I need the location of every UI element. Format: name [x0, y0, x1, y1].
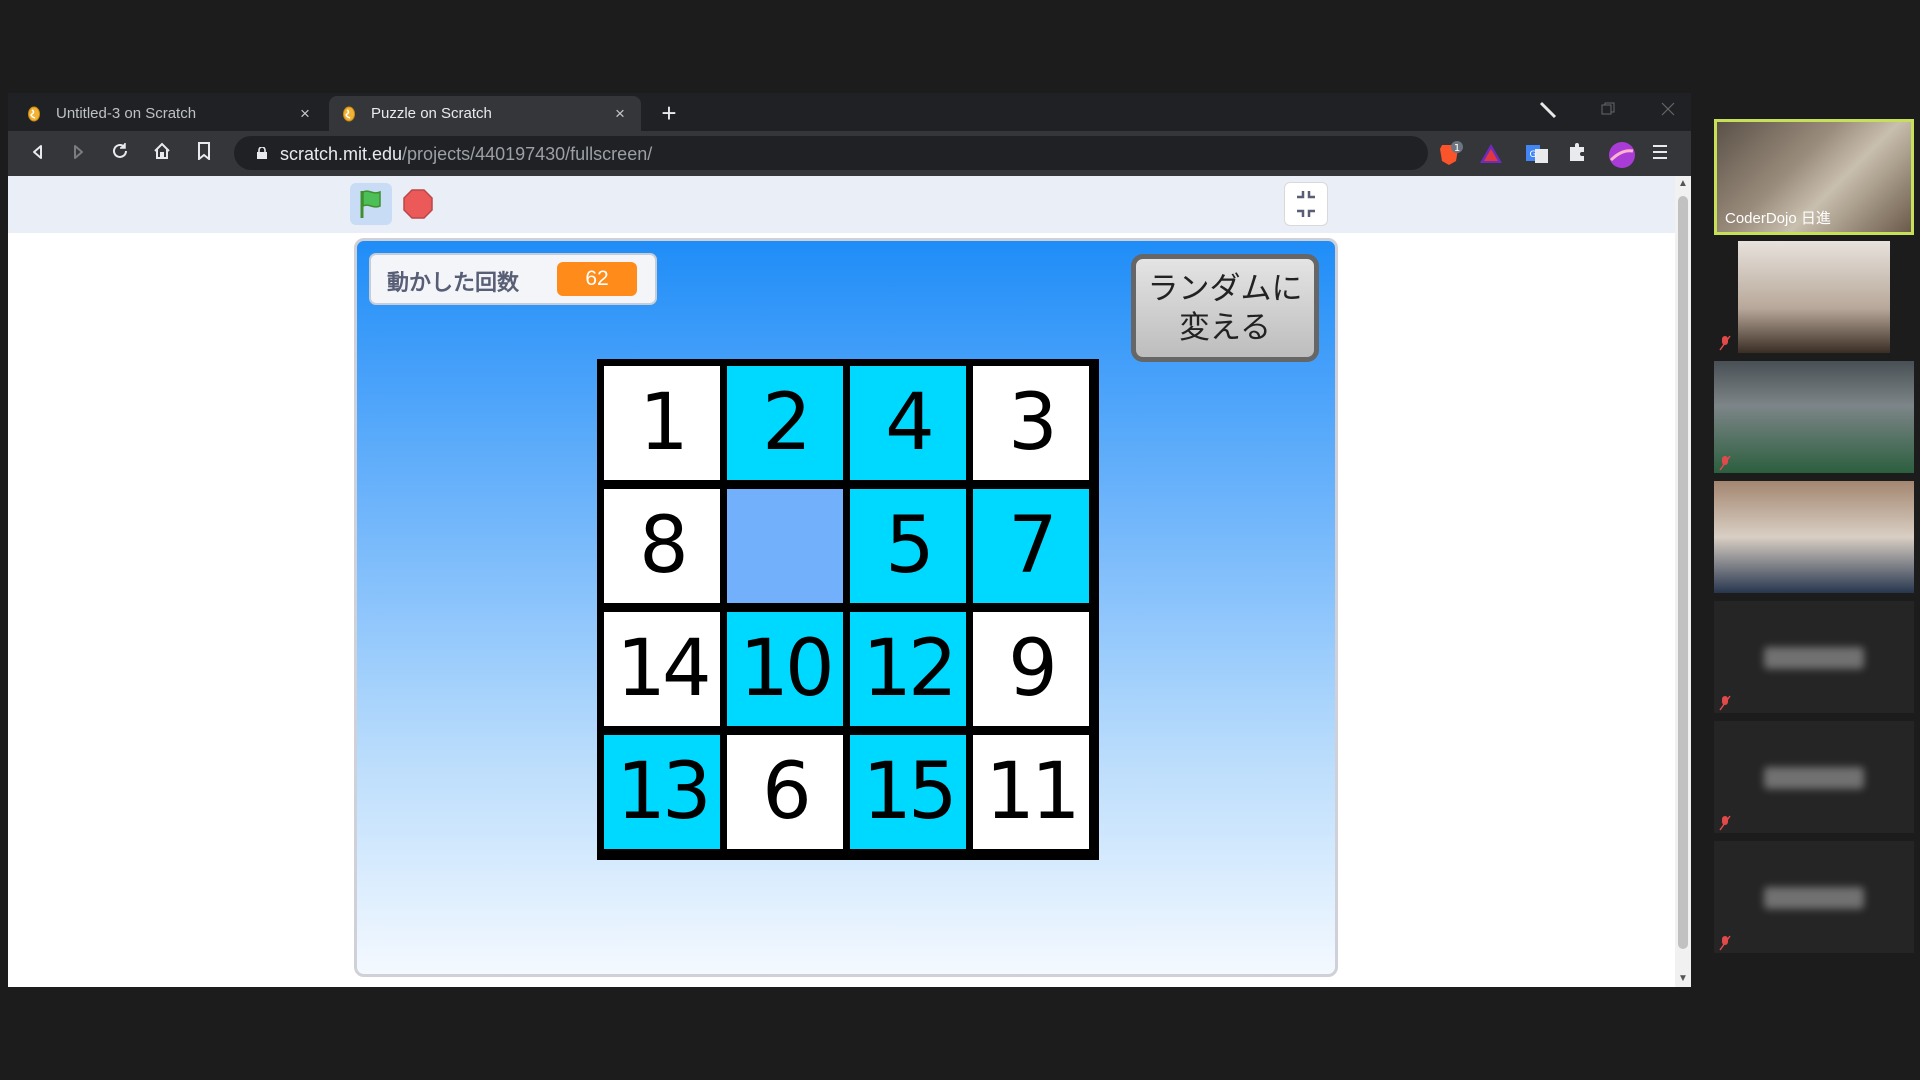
address-bar[interactable]: scratch.mit.edu/projects/440197430/fulls… [234, 136, 1428, 170]
blurred-name [1764, 887, 1864, 909]
new-tab-button[interactable]: + [654, 98, 684, 128]
scratch-favicon-icon [343, 106, 355, 121]
browser-window: Untitled-3 on Scratch × Puzzle on Scratc… [8, 93, 1691, 987]
scratch-fullscreen-page: 動かした回数 62 ランダムに 変える 1 2 4 3 8 5 7 14 10 12 9 13 6 15 1… [8, 176, 1675, 987]
puzzle-tile-14[interactable]: 14 [604, 612, 720, 726]
scratch-favicon-icon [28, 106, 40, 121]
svg-text:G: G [1530, 150, 1537, 160]
muted-mic-icon [1719, 935, 1731, 951]
puzzle-tile-8[interactable]: 8 [604, 489, 720, 603]
participant-tile[interactable] [1714, 481, 1914, 593]
participant-tile[interactable] [1714, 601, 1914, 713]
unfullscreen-icon [1297, 191, 1315, 217]
brave-shields-icon[interactable]: 1 [1438, 141, 1464, 167]
tab-untitled-3[interactable]: Untitled-3 on Scratch × [14, 96, 326, 131]
participant-tile-main[interactable]: CoderDojo 日進 [1714, 119, 1914, 235]
reload-icon[interactable] [106, 140, 134, 168]
brave-rewards-icon[interactable] [1478, 141, 1504, 167]
exit-fullscreen-button[interactable] [1284, 182, 1328, 226]
participant-tile[interactable] [1738, 241, 1890, 353]
counter-value: 62 [557, 262, 637, 296]
puzzle-tile-7[interactable]: 7 [973, 489, 1089, 603]
blurred-name [1764, 647, 1864, 669]
browser-toolbar: scratch.mit.edu/projects/440197430/fulls… [8, 131, 1691, 176]
scroll-up-icon[interactable]: ▲ [1675, 176, 1691, 192]
google-translate-icon[interactable]: G [1524, 141, 1550, 167]
scratch-stage[interactable]: 動かした回数 62 ランダムに 変える 1 2 4 3 8 5 7 14 10 12 9 13 6 15 1… [354, 238, 1338, 977]
blurred-name [1764, 767, 1864, 789]
profile-avatar[interactable] [1608, 141, 1635, 168]
restore-window-icon[interactable] [1590, 99, 1626, 125]
puzzle-tile-13[interactable]: 13 [604, 735, 720, 849]
randomize-label: ランダムに 変える [1147, 271, 1303, 345]
stage-header [8, 176, 1675, 233]
forward-icon[interactable] [64, 140, 92, 168]
puzzle-tile-10[interactable]: 10 [727, 612, 843, 726]
randomize-button[interactable]: ランダムに 変える [1131, 254, 1319, 362]
participant-name: CoderDojo 日進 [1725, 210, 1831, 227]
tab-title: Untitled-3 on Scratch [56, 105, 197, 122]
stop-button[interactable] [402, 188, 434, 220]
extensions-icon[interactable] [1566, 141, 1592, 167]
move-counter-monitor: 動かした回数 62 [369, 253, 657, 305]
home-icon[interactable] [148, 140, 176, 168]
lock-icon [257, 147, 267, 159]
url-text: scratch.mit.edu/projects/440197430/fulls… [280, 144, 652, 165]
puzzle-tile-4[interactable]: 4 [850, 366, 966, 480]
puzzle-tile-5[interactable]: 5 [850, 489, 966, 603]
muted-mic-icon [1719, 695, 1731, 711]
counter-label: 動かした回数 [387, 270, 520, 295]
vertical-scrollbar[interactable]: ▲ ▼ [1675, 176, 1691, 987]
tab-title: Puzzle on Scratch [371, 105, 492, 122]
back-icon[interactable] [24, 140, 52, 168]
participant-tile[interactable] [1714, 841, 1914, 953]
tab-close-icon[interactable]: × [296, 104, 314, 124]
puzzle-empty-slot[interactable] [727, 489, 843, 603]
bookmark-icon[interactable] [190, 140, 218, 168]
brave-badge: 1 [1454, 143, 1460, 154]
tab-puzzle[interactable]: Puzzle on Scratch × [329, 96, 641, 131]
url-host: scratch.mit.edu [280, 144, 403, 164]
pen-icon[interactable] [1530, 99, 1566, 125]
muted-mic-icon [1719, 815, 1731, 831]
participant-tile[interactable] [1714, 361, 1914, 473]
scroll-thumb[interactable] [1678, 196, 1688, 949]
url-path: /projects/440197430/fullscreen/ [402, 144, 653, 164]
puzzle-tile-2[interactable]: 2 [727, 366, 843, 480]
puzzle-tile-12[interactable]: 12 [850, 612, 966, 726]
puzzle-tile-15[interactable]: 15 [850, 735, 966, 849]
tab-strip: Untitled-3 on Scratch × Puzzle on Scratc… [8, 93, 1691, 131]
participant-tile[interactable] [1714, 721, 1914, 833]
close-window-icon[interactable] [1650, 99, 1686, 125]
muted-mic-icon [1719, 335, 1731, 351]
puzzle-tile-3[interactable]: 3 [973, 366, 1089, 480]
puzzle-board: 1 2 4 3 8 5 7 14 10 12 9 13 6 15 11 [597, 359, 1099, 860]
puzzle-tile-11[interactable]: 11 [973, 735, 1089, 849]
puzzle-tile-6[interactable]: 6 [727, 735, 843, 849]
muted-mic-icon [1719, 455, 1731, 471]
puzzle-tile-9[interactable]: 9 [973, 612, 1089, 726]
puzzle-tile-1[interactable]: 1 [604, 366, 720, 480]
scroll-down-icon[interactable]: ▼ [1675, 971, 1691, 987]
tab-close-icon[interactable]: × [611, 104, 629, 124]
green-flag-button[interactable] [350, 183, 392, 225]
menu-icon[interactable] [1650, 141, 1676, 167]
green-flag-icon [360, 190, 381, 218]
video-call-panel: CoderDojo 日進 [1700, 117, 1920, 967]
